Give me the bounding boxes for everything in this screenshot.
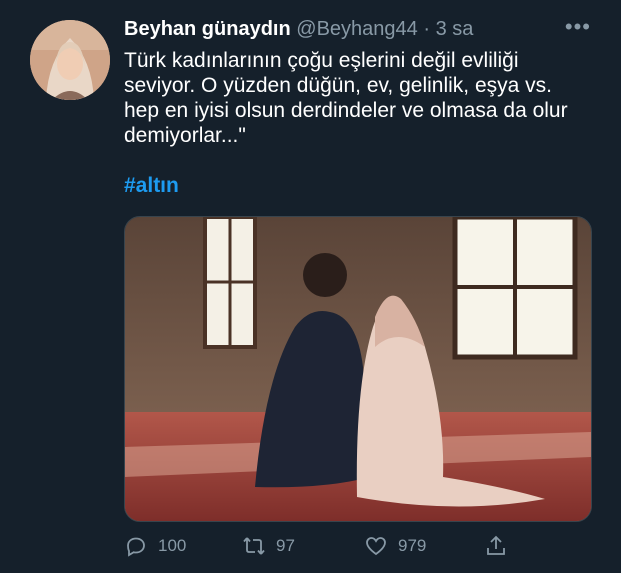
reply-button[interactable]: 100: [124, 534, 186, 558]
share-button[interactable]: [484, 534, 518, 558]
heart-icon: [366, 537, 386, 556]
share-icon: [487, 535, 505, 555]
retweet-count: 97: [276, 536, 295, 555]
avatar[interactable]: [30, 20, 110, 100]
separator-dot: ·: [423, 18, 431, 40]
retweet-icon: [243, 537, 265, 555]
like-button[interactable]: 979: [364, 534, 426, 558]
author-handle[interactable]: @Beyhang44: [296, 18, 418, 40]
tweet-media-image[interactable]: [124, 216, 592, 522]
more-icon[interactable]: •••: [565, 14, 591, 40]
tweet-card[interactable]: Beyhan günaydın @Beyhang44 · 3 sa ••• Tü…: [0, 0, 621, 573]
action-bar: 100 97 979: [124, 530, 584, 564]
tweet-header: Beyhan günaydın @Beyhang44 · 3 sa: [124, 18, 581, 44]
avatar-image: [30, 20, 110, 100]
retweet-button[interactable]: 97: [242, 534, 295, 558]
tweet-timestamp[interactable]: 3 sa: [436, 18, 474, 40]
author-name[interactable]: Beyhan günaydın: [124, 18, 291, 40]
reply-count: 100: [158, 536, 187, 555]
reply-icon: [127, 537, 145, 557]
media-photo: [125, 217, 591, 521]
hashtag-link[interactable]: #altın: [124, 174, 179, 198]
like-count: 979: [398, 536, 427, 555]
tweet-text: Türk kadınlarının çoğu eşlerini değil ev…: [124, 49, 568, 147]
